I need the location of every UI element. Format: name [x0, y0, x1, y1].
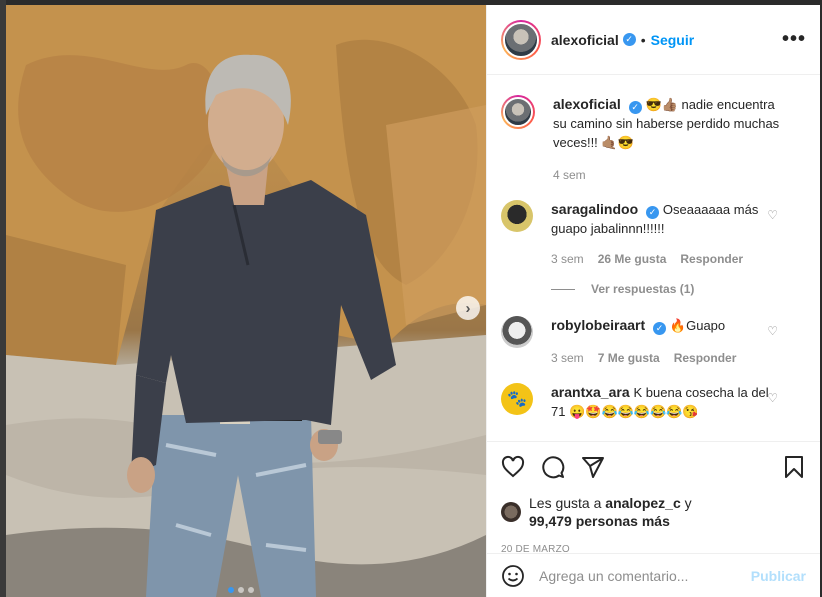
likes-count[interactable]: 99,479 personas más	[529, 513, 670, 529]
author-avatar[interactable]	[501, 19, 541, 60]
paw-avatar-icon[interactable]: 🐾	[501, 383, 533, 415]
post-actions: Les gusta a analopez_c y 99,479 personas…	[487, 441, 820, 555]
reply-button[interactable]: Responder	[674, 349, 737, 367]
comment-like-heart-icon[interactable]: ♡	[767, 324, 778, 338]
add-comment-input[interactable]	[539, 567, 751, 584]
share-plane-icon[interactable]	[581, 455, 605, 479]
comment-time[interactable]: 3 sem	[551, 250, 584, 268]
caption-avatar[interactable]	[501, 95, 535, 129]
publish-button[interactable]: Publicar	[751, 568, 806, 584]
commenter-username[interactable]: arantxa_ara	[551, 384, 630, 400]
verified-badge-icon: ✓	[653, 321, 667, 335]
carousel-dot-active	[228, 587, 234, 593]
carousel-indicator	[228, 587, 254, 593]
comment-like-heart-icon[interactable]: ♡	[767, 208, 778, 222]
likes-prefix: Les gusta a	[529, 495, 606, 511]
header-dot-separator: •	[640, 31, 646, 48]
more-options-icon[interactable]: •••	[782, 28, 806, 51]
author-username[interactable]: alexoficial	[551, 32, 619, 48]
comment-likes[interactable]: 26 Me gusta	[598, 250, 667, 268]
comment-bubble-icon[interactable]	[541, 455, 565, 479]
next-photo-button[interactable]: ›	[456, 296, 480, 320]
comment-time[interactable]: 3 sem	[551, 349, 584, 367]
like-heart-icon[interactable]	[501, 455, 525, 479]
post-header: alexoficial ✓ • Seguir •••	[487, 5, 820, 75]
verified-badge-icon: ✓	[628, 100, 642, 114]
liker-username[interactable]: analopez_c	[605, 495, 680, 511]
comment-text: 🔥Guapo	[669, 318, 726, 333]
photo-illustration	[6, 5, 486, 597]
save-bookmark-icon[interactable]	[782, 455, 806, 479]
comment-likes[interactable]: 7 Me gusta	[598, 349, 660, 367]
commenter-avatar[interactable]	[501, 200, 533, 232]
caption: alexoficial ✓ 😎👍🏽 nadie encuentra su cam…	[501, 95, 806, 184]
comment-item: saragalindoo ✓ Oseaaaaaa más guapo jabal…	[501, 200, 806, 268]
commenter-username[interactable]: robylobeiraart	[551, 317, 645, 333]
commenter-avatar[interactable]	[501, 316, 533, 348]
post-side-panel: alexoficial ✓ • Seguir ••• alexoficial ✓…	[486, 5, 820, 597]
carousel-dot	[248, 587, 254, 593]
liker-avatar[interactable]	[501, 502, 521, 522]
view-replies-label[interactable]: Ver respuestas (1)	[591, 282, 694, 296]
verified-badge-icon: ✓	[646, 205, 660, 219]
follow-button[interactable]: Seguir	[651, 32, 695, 48]
emoji-smiley-icon[interactable]	[501, 564, 525, 588]
commenter-username[interactable]: saragalindoo	[551, 201, 638, 217]
likes-suffix: y	[680, 495, 692, 511]
reply-button[interactable]: Responder	[680, 250, 743, 268]
carousel-dot	[238, 587, 244, 593]
comment-item: 🐾 arantxa_ara K buena cosecha la del 71 …	[501, 383, 806, 421]
post-photo[interactable]: ›	[6, 5, 486, 597]
likes-summary: Les gusta a analopez_c y 99,479 personas…	[501, 494, 806, 530]
comment-item: robylobeiraart ✓ 🔥Guapo 3 sem 7 Me gusta…	[501, 316, 806, 367]
verified-badge-icon: ✓	[622, 33, 636, 46]
comment-like-heart-icon[interactable]: ♡	[767, 391, 778, 405]
caption-username[interactable]: alexoficial	[553, 96, 621, 112]
replies-line	[551, 288, 575, 290]
add-comment-bar: Publicar	[487, 553, 820, 597]
caption-time[interactable]: 4 sem	[553, 166, 586, 184]
view-replies[interactable]: Ver respuestas (1)	[551, 282, 806, 296]
comments-list: alexoficial ✓ 😎👍🏽 nadie encuentra su cam…	[487, 85, 820, 437]
